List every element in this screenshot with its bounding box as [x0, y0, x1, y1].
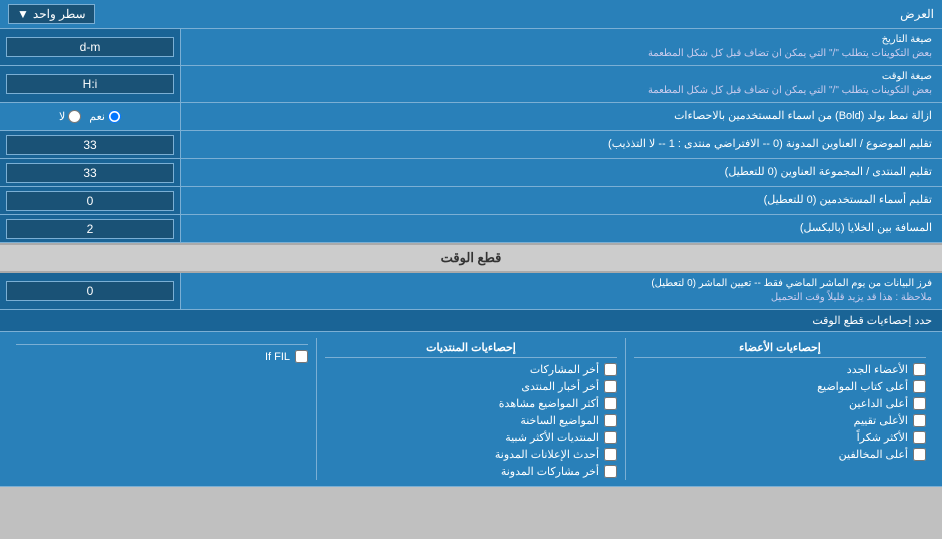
- stat-most-thanked: الأكثر شكراً: [634, 429, 926, 446]
- stats-section: إحصاءيات الأعضاء الأعضاء الجدد أعلى كتاب…: [0, 332, 942, 487]
- date-format-label: صيغة التاريخ بعض التكوينات يتطلب "/" الت…: [180, 29, 942, 65]
- time-format-input-cell: [0, 66, 180, 102]
- radio-no-label[interactable]: لا: [59, 110, 81, 123]
- cutoff-section-header: قطع الوقت: [0, 243, 942, 273]
- stat-if-fil-checkbox[interactable]: [295, 350, 308, 363]
- display-label: العرض: [900, 7, 934, 21]
- main-container: العرض سطر واحد ▼ صيغة التاريخ بعض التكوي…: [0, 0, 942, 487]
- username-trim-input[interactable]: [6, 191, 174, 211]
- stat-most-similar-forums: المنتديات الأكثر شبية: [325, 429, 617, 446]
- stat-highest-rated-checkbox[interactable]: [913, 414, 926, 427]
- stat-top-inviters: أعلى الداعين: [634, 395, 926, 412]
- stat-latest-announcements-checkbox[interactable]: [604, 448, 617, 461]
- stat-top-topic-writers-checkbox[interactable]: [913, 380, 926, 393]
- cell-spacing-input[interactable]: [6, 219, 174, 239]
- stat-hot-topics-checkbox[interactable]: [604, 414, 617, 427]
- line-dropdown-button[interactable]: سطر واحد ▼: [8, 4, 95, 24]
- cell-spacing-row: المسافة بين الخلايا (بالبكسل): [0, 215, 942, 243]
- cell-spacing-label: المسافة بين الخلايا (بالبكسل): [180, 215, 942, 242]
- stat-most-viewed: أكثر المواضيع مشاهدة: [325, 395, 617, 412]
- radio-yes[interactable]: [108, 110, 121, 123]
- time-format-input[interactable]: [6, 74, 174, 94]
- stat-most-similar-forums-checkbox[interactable]: [604, 431, 617, 444]
- forum-topic-input-cell: [0, 131, 180, 158]
- bold-remove-label: ازالة نمط بولد (Bold) من اسماء المستخدمي…: [180, 103, 942, 130]
- username-trim-label: تقليم أسماء المستخدمين (0 للتعطيل): [180, 187, 942, 214]
- stat-most-viewed-checkbox[interactable]: [604, 397, 617, 410]
- stat-last-posts-checkbox[interactable]: [604, 363, 617, 376]
- stat-most-thanked-checkbox[interactable]: [913, 431, 926, 444]
- date-format-input-cell: [0, 29, 180, 65]
- cutoff-label: فرز البيانات من يوم الماشر الماضي فقط --…: [180, 273, 942, 309]
- stats-col-extra: If FIL: [8, 338, 316, 480]
- stat-hot-topics: المواضيع الساخنة: [325, 412, 617, 429]
- dropdown-arrow-icon: ▼: [17, 7, 29, 21]
- stat-highest-rated: الأعلى تقييم: [634, 412, 926, 429]
- stats-col-members: إحصاءيات الأعضاء الأعضاء الجدد أعلى كتاب…: [625, 338, 934, 480]
- dropdown-label: سطر واحد: [33, 7, 86, 21]
- time-format-row: صيغة الوقت بعض التكوينات يتطلب "/" التي …: [0, 66, 942, 103]
- bold-remove-radio-cell: نعم لا: [0, 103, 180, 130]
- stat-top-violators: أعلى المخالفين: [634, 446, 926, 463]
- radio-no[interactable]: [68, 110, 81, 123]
- stat-last-blog-posts-checkbox[interactable]: [604, 465, 617, 478]
- stat-last-blog-posts: أخر مشاركات المدونة: [325, 463, 617, 480]
- radio-yes-label[interactable]: نعم: [89, 110, 121, 123]
- stat-latest-announcements: أحدث الإعلانات المدونة: [325, 446, 617, 463]
- forum-topic-row: تقليم الموضوع / العناوين المدونة (0 -- ا…: [0, 131, 942, 159]
- stat-if-fil: If FIL: [16, 348, 308, 365]
- stats-col-forums: إحصاءيات المنتديات أخر المشاركات أخر أخب…: [316, 338, 625, 480]
- forum-topic-label: تقليم الموضوع / العناوين المدونة (0 -- ا…: [180, 131, 942, 158]
- username-trim-input-cell: [0, 187, 180, 214]
- stat-new-members: الأعضاء الجدد: [634, 361, 926, 378]
- date-format-row: صيغة التاريخ بعض التكوينات يتطلب "/" الت…: [0, 29, 942, 66]
- stat-last-news-checkbox[interactable]: [604, 380, 617, 393]
- cutoff-input-cell: [0, 273, 180, 309]
- date-format-input[interactable]: [6, 37, 174, 57]
- stat-last-news: أخر أخبار المنتدى: [325, 378, 617, 395]
- bold-remove-row: ازالة نمط بولد (Bold) من اسماء المستخدمي…: [0, 103, 942, 131]
- stat-new-members-checkbox[interactable]: [913, 363, 926, 376]
- forum-header-label: تقليم المنتدى / المجموعة العناوين (0 للت…: [180, 159, 942, 186]
- forum-topic-input[interactable]: [6, 135, 174, 155]
- username-trim-row: تقليم أسماء المستخدمين (0 للتعطيل): [0, 187, 942, 215]
- forum-header-input[interactable]: [6, 163, 174, 183]
- stat-top-inviters-checkbox[interactable]: [913, 397, 926, 410]
- stat-top-topic-writers: أعلى كتاب المواضيع: [634, 378, 926, 395]
- define-stats-row: حدد إحصاءيات قطع الوقت: [0, 310, 942, 332]
- top-header-row: العرض سطر واحد ▼: [0, 0, 942, 29]
- cutoff-input[interactable]: [6, 281, 174, 301]
- stats-col-members-header: إحصاءيات الأعضاء: [634, 338, 926, 358]
- forum-header-row: تقليم المنتدى / المجموعة العناوين (0 للت…: [0, 159, 942, 187]
- time-format-label: صيغة الوقت بعض التكوينات يتطلب "/" التي …: [180, 66, 942, 102]
- stat-last-posts: أخر المشاركات: [325, 361, 617, 378]
- stats-col-forums-header: إحصاءيات المنتديات: [325, 338, 617, 358]
- stat-top-violators-checkbox[interactable]: [913, 448, 926, 461]
- forum-header-input-cell: [0, 159, 180, 186]
- cell-spacing-input-cell: [0, 215, 180, 242]
- stats-col-extra-header: [16, 338, 308, 345]
- cutoff-row: فرز البيانات من يوم الماشر الماضي فقط --…: [0, 273, 942, 310]
